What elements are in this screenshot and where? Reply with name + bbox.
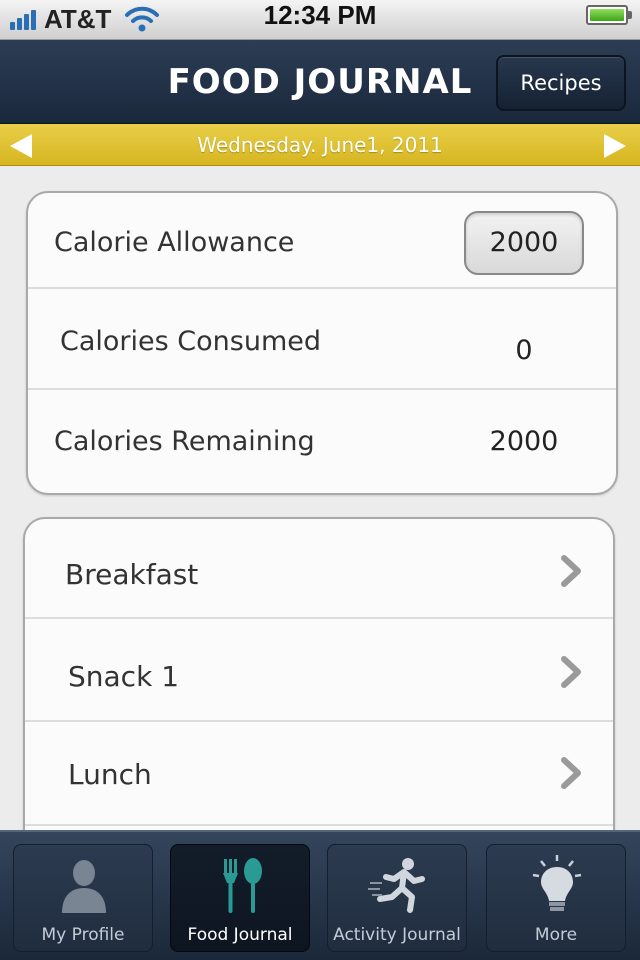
tab-more[interactable]: More — [486, 844, 626, 952]
calories-consumed-value: 0 — [515, 335, 533, 366]
status-bar: AT&T 12:34 PM — [0, 0, 640, 40]
calories-consumed-label: Calories Consumed — [60, 326, 321, 357]
tab-label: More — [534, 925, 578, 945]
fork-and-spoon-icon — [223, 858, 262, 913]
meal-list-card: Breakfast Snack 1 Lunch — [23, 517, 615, 857]
running-person-icon — [368, 858, 425, 913]
carrier-name: AT&T — [44, 3, 112, 34]
tab-label: Activity Journal — [333, 925, 461, 945]
tab-activity-journal[interactable]: Activity Journal — [327, 844, 467, 952]
calorie-summary-card: Calorie Allowance 2000 Calories Consumed… — [26, 191, 618, 495]
chevron-right-icon — [561, 757, 581, 789]
chevron-right-icon — [561, 555, 581, 587]
calorie-allowance-row: Calorie Allowance 2000 — [28, 193, 616, 289]
carrier-group: AT&T — [10, 3, 111, 35]
meal-label: Snack 1 — [68, 660, 180, 693]
battery-icon — [586, 5, 632, 25]
person-silhouette-icon — [62, 860, 106, 913]
current-date: Wednesday. June1, 2011 — [197, 133, 443, 157]
lightbulb-icon — [532, 855, 582, 911]
tab-bar: My Profile Food Journal Activity Journal — [0, 830, 640, 960]
wifi-icon — [125, 6, 159, 32]
next-day-arrow-icon[interactable] — [602, 133, 628, 159]
meal-label: Lunch — [68, 758, 152, 791]
page-title: FOOD JOURNAL — [167, 62, 473, 102]
tab-my-profile[interactable]: My Profile — [13, 844, 153, 952]
tab-label: My Profile — [41, 925, 125, 945]
navigation-bar: FOOD JOURNAL Recipes — [0, 40, 640, 124]
calories-remaining-value: 2000 — [489, 426, 559, 457]
calories-remaining-label: Calories Remaining — [54, 426, 315, 457]
calorie-allowance-input[interactable]: 2000 — [464, 211, 584, 275]
chevron-right-icon — [561, 656, 581, 688]
tab-label: Food Journal — [187, 925, 293, 945]
date-bar: Wednesday. June1, 2011 — [0, 124, 640, 166]
signal-strength-icon — [10, 8, 38, 30]
calorie-allowance-label: Calorie Allowance — [54, 227, 295, 258]
previous-day-arrow-icon[interactable] — [8, 133, 34, 159]
recipes-button[interactable]: Recipes — [496, 55, 626, 111]
meal-row-lunch[interactable]: Lunch — [25, 722, 613, 826]
calories-remaining-row: Calories Remaining 2000 — [28, 390, 616, 493]
calories-consumed-row: Calories Consumed 0 — [28, 289, 616, 390]
meal-label: Breakfast — [65, 558, 199, 591]
meal-row-breakfast[interactable]: Breakfast — [25, 519, 613, 619]
tab-food-journal[interactable]: Food Journal — [170, 844, 310, 952]
meal-row-snack-1[interactable]: Snack 1 — [25, 619, 613, 722]
